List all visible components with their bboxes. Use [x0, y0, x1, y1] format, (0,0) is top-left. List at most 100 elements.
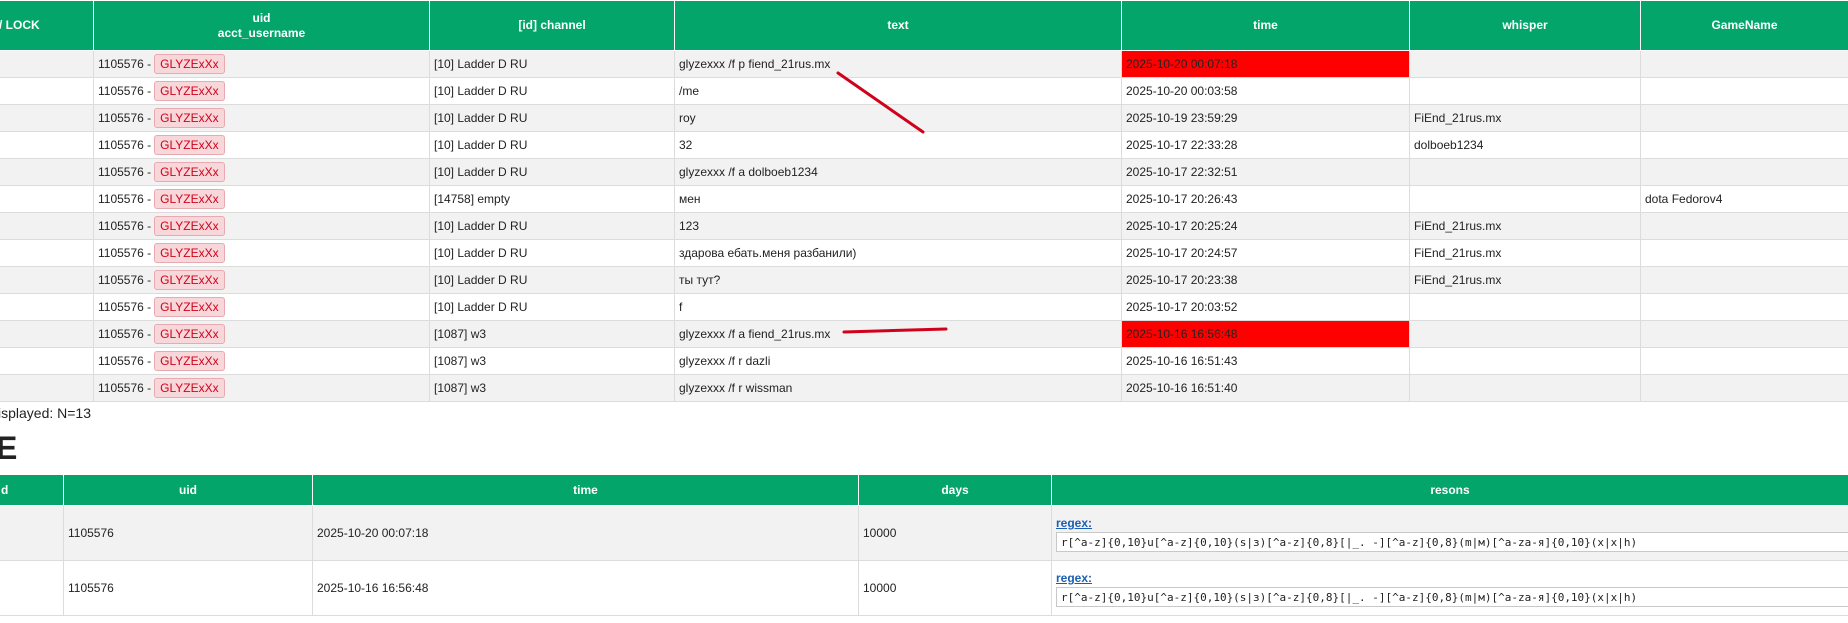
gamename-cell — [1640, 239, 1848, 267]
username-tag[interactable]: GLYZExXx — [154, 324, 225, 344]
col-header-whisper[interactable]: whisper — [1409, 0, 1641, 51]
col-header-text[interactable]: text — [674, 0, 1122, 51]
channel-cell: [10] Ladder D RU — [429, 293, 675, 321]
col-header-time[interactable]: time — [312, 474, 859, 506]
time-cell: 2025-10-16 16:51:43 — [1121, 347, 1410, 375]
whisper-cell: FiEnd_21rus.mx — [1409, 104, 1641, 132]
uid-value: 1105576 - — [98, 246, 152, 260]
log-row: 1105576 - GLYZExXx [10] Ladder D RU roy 2025… — [0, 104, 1848, 132]
col-header-resons[interactable]: resons — [1051, 474, 1848, 506]
text-cell: /me — [674, 77, 1122, 105]
whisper-cell: dolboeb1234 — [1409, 131, 1641, 159]
lock-cell — [0, 131, 94, 159]
col-header-days[interactable]: days — [858, 474, 1052, 506]
uid-value: 1105576 - — [98, 273, 152, 287]
text-cell: glyzexxx /f a fiend_21rus.mx — [674, 320, 1122, 348]
text-cell: roy — [674, 104, 1122, 132]
time-cell: 2025-10-17 20:25:24 — [1121, 212, 1410, 240]
resons-cell: regex: r[^a-z]{0,10}u[^a-z]{0,10}(s|з)[^a… — [1051, 560, 1848, 616]
channel-cell: [10] Ladder D RU — [429, 158, 675, 186]
id-cell — [0, 560, 64, 616]
channel-cell: [10] Ladder D RU — [429, 77, 675, 105]
text-cell: glyzexxx /f a dolboeb1234 — [674, 158, 1122, 186]
uid-value: 1105576 - — [98, 111, 152, 125]
username-tag[interactable]: GLYZExXx — [154, 135, 225, 155]
time-cell: 2025-10-16 16:56:48 — [1121, 320, 1410, 348]
username-tag[interactable]: GLYZExXx — [154, 351, 225, 371]
uid-cell: 1105576 - GLYZExXx — [93, 293, 430, 321]
regex-link[interactable]: regex: — [1056, 571, 1844, 585]
time-cell: 2025-10-20 00:07:18 — [312, 505, 859, 561]
username-tag[interactable]: GLYZExXx — [154, 162, 225, 182]
lock-cell — [0, 266, 94, 294]
uid-cell: 1105576 - GLYZExXx — [93, 131, 430, 159]
whisper-cell — [1409, 320, 1641, 348]
uid-value: 1105576 - — [98, 219, 152, 233]
username-tag[interactable]: GLYZExXx — [154, 297, 225, 317]
username-tag[interactable]: GLYZExXx — [154, 270, 225, 290]
col-header-id[interactable]: d — [0, 474, 64, 506]
lock-cell — [0, 158, 94, 186]
username-tag[interactable]: GLYZExXx — [154, 108, 225, 128]
gamename-cell — [1640, 293, 1848, 321]
username-tag[interactable]: GLYZExXx — [154, 243, 225, 263]
gamename-cell — [1640, 104, 1848, 132]
whisper-cell: FiEnd_21rus.mx — [1409, 266, 1641, 294]
channel-cell: [1087] w3 — [429, 374, 675, 402]
col-header-time[interactable]: time — [1121, 0, 1410, 51]
regex-value: r[^a-z]{0,10}u[^a-z]{0,10}(s|з)[^a-z]{0,… — [1061, 591, 1638, 604]
channel-cell: [10] Ladder D RU — [429, 50, 675, 78]
col-header-lock[interactable]: / LOCK — [0, 0, 94, 51]
username-tag[interactable]: GLYZExXx — [154, 54, 225, 74]
section-heading: E — [0, 430, 18, 466]
username-tag[interactable]: GLYZExXx — [154, 378, 225, 398]
username-tag[interactable]: GLYZExXx — [154, 81, 225, 101]
regex-link[interactable]: regex: — [1056, 516, 1844, 530]
whisper-cell — [1409, 77, 1641, 105]
username-tag[interactable]: GLYZExXx — [154, 216, 225, 236]
text-cell: glyzexxx /f r wissman — [674, 374, 1122, 402]
col-header-uid[interactable]: uid — [63, 474, 313, 506]
log-row: 1105576 - GLYZExXx [1087] w3 glyzexxx /f r … — [0, 374, 1848, 402]
uid-value: 1105576 - — [98, 192, 152, 206]
log-row: 1105576 - GLYZExXx [10] Ladder D RU 32 2025-… — [0, 131, 1848, 159]
whisper-cell — [1409, 293, 1641, 321]
uid-value: 1105576 - — [98, 381, 152, 395]
time-cell: 2025-10-17 20:23:38 — [1121, 266, 1410, 294]
whisper-cell — [1409, 158, 1641, 186]
gamename-cell — [1640, 158, 1848, 186]
lock-cell — [0, 293, 94, 321]
col-header-gamename[interactable]: GameName — [1640, 0, 1848, 51]
regex-field[interactable]: r[^a-z]{0,10}u[^a-z]{0,10}(s|з)[^a-z]{0,… — [1056, 587, 1848, 607]
chat-log-header-row: / LOCK uid acct_username [id] channel te… — [0, 0, 1848, 51]
uid-cell: 1105576 - GLYZExXx — [93, 77, 430, 105]
text-cell: glyzexxx /f p fiend_21rus.mx — [674, 50, 1122, 78]
col-header-uid[interactable]: uid acct_username — [93, 0, 430, 51]
lock-cell — [0, 50, 94, 78]
uid-cell: 1105576 - GLYZExXx — [93, 239, 430, 267]
uid-value: 1105576 - — [98, 300, 152, 314]
channel-cell: [10] Ladder D RU — [429, 212, 675, 240]
text-cell: 32 — [674, 131, 1122, 159]
text-cell: 123 — [674, 212, 1122, 240]
log-row: 1105576 - GLYZExXx [10] Ladder D RU здарова… — [0, 239, 1848, 267]
channel-cell: [10] Ladder D RU — [429, 131, 675, 159]
text-cell: ты тут? — [674, 266, 1122, 294]
username-tag[interactable]: GLYZExXx — [154, 189, 225, 209]
lock-cell — [0, 77, 94, 105]
log-row: 1105576 - GLYZExXx [1087] w3 glyzexxx /f a … — [0, 320, 1848, 348]
log-row: 1105576 - GLYZExXx [10] Ladder D RU/me 2025… — [0, 77, 1848, 105]
col-header-channel[interactable]: [id] channel — [429, 0, 675, 51]
gamename-cell — [1640, 212, 1848, 240]
lock-cell — [0, 185, 94, 213]
uid-value: 1105576 - — [98, 57, 152, 71]
lock-cell — [0, 104, 94, 132]
time-cell: 2025-10-20 00:07:18 — [1121, 50, 1410, 78]
gamename-cell — [1640, 320, 1848, 348]
log-row: 1105576 - GLYZExXx [1087] w3 glyzexxx /f r … — [0, 347, 1848, 375]
time-cell: 2025-10-16 16:51:40 — [1121, 374, 1410, 402]
uid-value: 1105576 - — [98, 84, 152, 98]
text-cell: мен — [674, 185, 1122, 213]
uid-cell: 1105576 - GLYZExXx — [93, 347, 430, 375]
regex-field[interactable]: r[^a-z]{0,10}u[^a-z]{0,10}(s|з)[^a-z]{0,… — [1056, 532, 1848, 552]
